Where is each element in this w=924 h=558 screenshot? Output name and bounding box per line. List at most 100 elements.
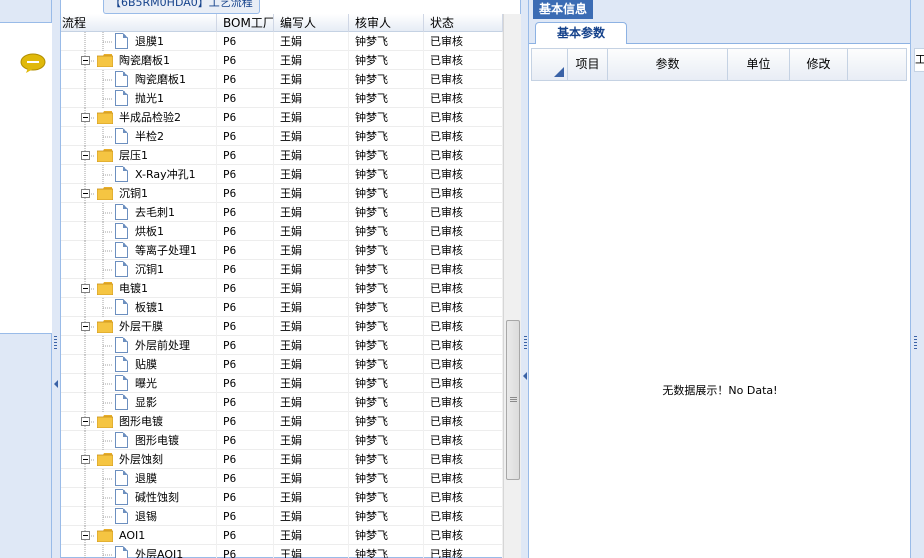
collapse-node-icon[interactable] xyxy=(81,188,90,198)
tree-folder-row[interactable]: 陶瓷磨板1 P6 王娟 钟梦飞 已审核 xyxy=(61,50,503,70)
tree-folder-row[interactable]: 半成品检验2 P6 王娟 钟梦飞 已审核 xyxy=(61,107,503,127)
document-icon xyxy=(115,222,128,239)
tree-folder-row[interactable]: 沉铜1 P6 王娟 钟梦飞 已审核 xyxy=(61,183,503,203)
tree-leaf-row[interactable]: 沉铜1 P6 王娟 钟梦飞 已审核 xyxy=(61,259,503,279)
writer-cell: 王娟 xyxy=(274,240,349,260)
flow-cell: 去毛刺1 xyxy=(61,202,217,222)
reviewer-cell: 钟梦飞 xyxy=(349,297,424,317)
col-header-writer[interactable]: 编写人 xyxy=(274,14,349,32)
grid-menu-corner-icon[interactable] xyxy=(532,49,568,80)
flow-cell: 图形电镀 xyxy=(61,430,217,450)
tree-leaf-row[interactable]: 显影 P6 王娟 钟梦飞 已审核 xyxy=(61,392,503,412)
node-label: 烘板1 xyxy=(135,224,164,238)
status-cell: 已审核 xyxy=(424,88,503,108)
tree-folder-row[interactable]: 电镀1 P6 王娟 钟梦飞 已审核 xyxy=(61,278,503,298)
tree-leaf-row[interactable]: 外层AOI1 P6 王娟 钟梦飞 已审核 xyxy=(61,544,503,558)
col-header-status[interactable]: 状态 xyxy=(424,14,503,32)
col-header-bom[interactable]: BOM工厂 xyxy=(217,14,274,32)
status-cell: 已审核 xyxy=(424,50,503,70)
col-header-reviewer[interactable]: 核审人 xyxy=(349,14,424,32)
collapse-left-icon[interactable] xyxy=(54,380,58,388)
tree-leaf-row[interactable]: 抛光1 P6 王娟 钟梦飞 已审核 xyxy=(61,88,503,108)
collapse-node-icon[interactable] xyxy=(81,530,90,540)
bom-cell: P6 xyxy=(217,354,274,374)
document-icon xyxy=(115,431,128,448)
reviewer-cell: 钟梦飞 xyxy=(349,240,424,260)
collapse-middle-icon[interactable] xyxy=(523,372,527,380)
tree-leaf-row[interactable]: 烘板1 P6 王娟 钟梦飞 已审核 xyxy=(61,221,503,241)
collapse-node-icon[interactable] xyxy=(81,416,90,426)
tree-leaf-row[interactable]: 半检2 P6 王娟 钟梦飞 已审核 xyxy=(61,126,503,146)
flow-cell: 陶瓷磨板1 xyxy=(61,69,217,89)
reviewer-cell: 钟梦飞 xyxy=(349,88,424,108)
collapse-node-icon[interactable] xyxy=(81,55,90,65)
chat-bubble-icon[interactable] xyxy=(20,53,46,73)
reviewer-cell: 钟梦飞 xyxy=(349,316,424,336)
writer-cell: 王娟 xyxy=(274,354,349,374)
tree-leaf-row[interactable]: 退锡 P6 王娟 钟梦飞 已审核 xyxy=(61,506,503,526)
reviewer-cell: 钟梦飞 xyxy=(349,392,424,412)
tree-lines xyxy=(84,468,113,488)
splitter-grip-icon xyxy=(54,336,57,350)
flow-cell: X-Ray冲孔1 xyxy=(61,164,217,184)
col-header-unit[interactable]: 单位 xyxy=(728,49,790,80)
tree-leaf-row[interactable]: 退膜 P6 王娟 钟梦飞 已审核 xyxy=(61,468,503,488)
collapse-node-icon[interactable] xyxy=(81,321,90,331)
col-header-param[interactable]: 参数 xyxy=(608,49,728,80)
col-header-item[interactable]: 项目 xyxy=(568,49,608,80)
bom-cell: P6 xyxy=(217,297,274,317)
tree-folder-row[interactable]: AOI1 P6 王娟 钟梦飞 已审核 xyxy=(61,525,503,545)
node-label: 半成品检验2 xyxy=(119,110,181,124)
bom-cell: P6 xyxy=(217,335,274,355)
flow-tab[interactable]: 【6B5RM0HDA0】工艺流程 xyxy=(103,0,260,14)
document-icon xyxy=(115,89,128,106)
tree-leaf-row[interactable]: 外层前处理 P6 王娟 钟梦飞 已审核 xyxy=(61,335,503,355)
tree-leaf-row[interactable]: 曝光 P6 王娟 钟梦飞 已审核 xyxy=(61,373,503,393)
tree-lines xyxy=(84,259,113,279)
col-header-flow[interactable]: 流程 xyxy=(61,14,217,32)
bom-cell: P6 xyxy=(217,145,274,165)
status-cell: 已审核 xyxy=(424,354,503,374)
splitter-grip-icon xyxy=(524,336,527,350)
bom-cell: P6 xyxy=(217,32,274,51)
bom-cell: P6 xyxy=(217,240,274,260)
collapse-node-icon[interactable] xyxy=(81,454,90,464)
tree-leaf-row[interactable]: 陶瓷磨板1 P6 王娟 钟梦飞 已审核 xyxy=(61,69,503,89)
tree-leaf-row[interactable]: 贴膜 P6 王娟 钟梦飞 已审核 xyxy=(61,354,503,374)
tree-leaf-row[interactable]: 退膜1 P6 王娟 钟梦飞 已审核 xyxy=(61,32,503,51)
tree-scrollbar[interactable] xyxy=(503,14,521,558)
collapse-node-icon[interactable] xyxy=(81,283,90,293)
reviewer-cell: 钟梦飞 xyxy=(349,126,424,146)
writer-cell: 王娟 xyxy=(274,430,349,450)
tree-leaf-row[interactable]: 等离子处理1 P6 王娟 钟梦飞 已审核 xyxy=(61,240,503,260)
reviewer-cell: 钟梦飞 xyxy=(349,202,424,222)
tree-folder-row[interactable]: 外层干膜 P6 王娟 钟梦飞 已审核 xyxy=(61,316,503,336)
writer-cell: 王娟 xyxy=(274,506,349,526)
node-label: 退锡 xyxy=(135,509,157,523)
collapse-node-icon[interactable] xyxy=(81,112,90,122)
collapse-node-icon[interactable] xyxy=(81,150,90,160)
tree-leaf-row[interactable]: 板镀1 P6 王娟 钟梦飞 已审核 xyxy=(61,297,503,317)
tree-lines xyxy=(84,221,113,241)
tree-folder-row[interactable]: 层压1 P6 王娟 钟梦飞 已审核 xyxy=(61,145,503,165)
scrollbar-thumb[interactable] xyxy=(506,320,520,480)
left-splitter[interactable] xyxy=(53,0,59,558)
tree-leaf-row[interactable]: 去毛刺1 P6 王娟 钟梦飞 已审核 xyxy=(61,202,503,222)
tree-folder-row[interactable]: 外层蚀刻 P6 王娟 钟梦飞 已审核 xyxy=(61,449,503,469)
scroll-grip-icon xyxy=(510,397,517,402)
col-header-modify[interactable]: 修改 xyxy=(790,49,848,80)
reviewer-cell: 钟梦飞 xyxy=(349,278,424,298)
bom-cell: P6 xyxy=(217,525,274,545)
folder-icon xyxy=(97,528,113,542)
tree-leaf-row[interactable]: X-Ray冲孔1 P6 王娟 钟梦飞 已审核 xyxy=(61,164,503,184)
tab-basic-params[interactable]: 基本参数 xyxy=(535,22,627,44)
tree-folder-row[interactable]: 图形电镀 P6 王娟 钟梦飞 已审核 xyxy=(61,411,503,431)
right-splitter[interactable] xyxy=(913,0,919,558)
tree-leaf-row[interactable]: 碱性蚀刻 P6 王娟 钟梦飞 已审核 xyxy=(61,487,503,507)
basic-info-title[interactable]: 基本信息 xyxy=(533,0,594,19)
document-icon xyxy=(115,260,128,277)
bom-cell: P6 xyxy=(217,278,274,298)
tree-leaf-row[interactable]: 图形电镀 P6 王娟 钟梦飞 已审核 xyxy=(61,430,503,450)
document-icon xyxy=(115,165,128,182)
writer-cell: 王娟 xyxy=(274,316,349,336)
